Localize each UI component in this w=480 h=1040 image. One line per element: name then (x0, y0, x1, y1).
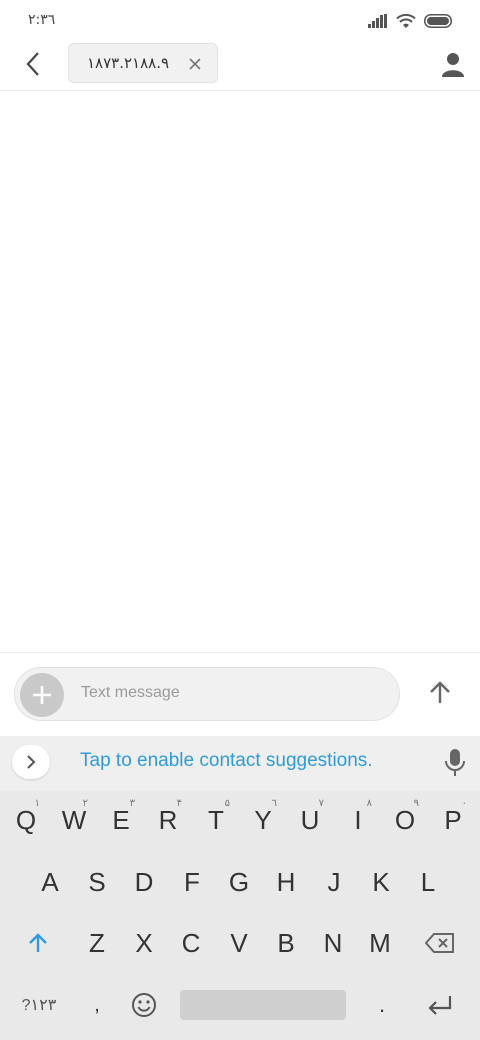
space-bar[interactable] (180, 990, 346, 1020)
key-m[interactable]: M (358, 915, 402, 971)
key-z[interactable]: Z (75, 915, 119, 971)
keyboard: Tap to enable contact suggestions. Q۱ W۲… (0, 736, 480, 1040)
key-d[interactable]: D (122, 854, 166, 910)
key-w[interactable]: W۲ (52, 792, 96, 848)
key-r[interactable]: R۴ (146, 792, 190, 848)
key-u[interactable]: U۷ (288, 792, 332, 848)
key-h[interactable]: H (264, 854, 308, 910)
key-g[interactable]: G (217, 854, 261, 910)
contact-button[interactable] (440, 51, 466, 77)
key-s[interactable]: S (75, 854, 119, 910)
send-button[interactable] (424, 677, 456, 709)
compose-bar: Text message (0, 652, 480, 736)
shift-key[interactable] (16, 915, 60, 971)
backspace-key[interactable] (418, 915, 462, 971)
key-y[interactable]: Y٦ (241, 792, 285, 848)
key-n[interactable]: N (311, 915, 355, 971)
emoji-key[interactable] (122, 977, 166, 1033)
key-i[interactable]: I۸ (336, 792, 380, 848)
voice-input-button[interactable] (444, 748, 466, 778)
key-k[interactable]: K (359, 854, 403, 910)
key-c[interactable]: C (169, 915, 213, 971)
message-input[interactable]: Text message (14, 667, 400, 721)
expand-toolbar-button[interactable] (12, 745, 50, 779)
battery-icon (424, 14, 452, 28)
key-v[interactable]: V (217, 915, 261, 971)
back-arrow-icon (26, 52, 39, 76)
key-x[interactable]: X (122, 915, 166, 971)
key-a[interactable]: A (28, 854, 72, 910)
conversation-header: ۱۸۷۳.۲۱۸۸.۹ (0, 42, 480, 91)
close-icon[interactable] (187, 56, 203, 72)
status-time: ۲:۳٦ (28, 12, 56, 28)
key-q[interactable]: Q۱ (4, 792, 48, 848)
enter-key[interactable] (418, 977, 462, 1033)
message-list (0, 91, 480, 652)
key-j[interactable]: J (312, 854, 356, 910)
add-attachment-button[interactable] (20, 673, 64, 717)
smiley-icon (132, 993, 156, 1017)
comma-key[interactable]: , (75, 977, 119, 1033)
key-f[interactable]: F (170, 854, 214, 910)
recipient-number: ۱۸۷۳.۲۱۸۸.۹ (87, 54, 170, 72)
signal-icon (368, 14, 387, 28)
suggestion-strip: Tap to enable contact suggestions. (0, 736, 480, 790)
contact-suggestions-prompt[interactable]: Tap to enable contact suggestions. (80, 750, 373, 772)
shift-arrow-icon (29, 933, 47, 952)
back-button[interactable] (20, 50, 48, 78)
key-l[interactable]: L (406, 854, 450, 910)
person-icon (442, 53, 464, 77)
symbols-key[interactable]: ?۱۲۳ (14, 977, 64, 1033)
status-bar: ۲:۳٦ (0, 0, 480, 42)
wifi-icon (396, 13, 416, 28)
key-o[interactable]: O۹ (383, 792, 427, 848)
chevron-right-icon (27, 755, 36, 769)
microphone-icon (445, 749, 465, 776)
key-e[interactable]: E۳ (99, 792, 143, 848)
recipient-chip[interactable]: ۱۸۷۳.۲۱۸۸.۹ (68, 43, 218, 83)
key-t[interactable]: T۵ (194, 792, 238, 848)
key-p[interactable]: P۰ (431, 792, 475, 848)
message-placeholder: Text message (81, 684, 180, 701)
status-icons (368, 13, 454, 29)
plus-icon (33, 686, 51, 704)
period-key[interactable]: . (360, 977, 404, 1033)
key-b[interactable]: B (264, 915, 308, 971)
return-icon (428, 996, 452, 1015)
backspace-icon (425, 933, 454, 953)
arrow-up-icon (430, 681, 450, 703)
